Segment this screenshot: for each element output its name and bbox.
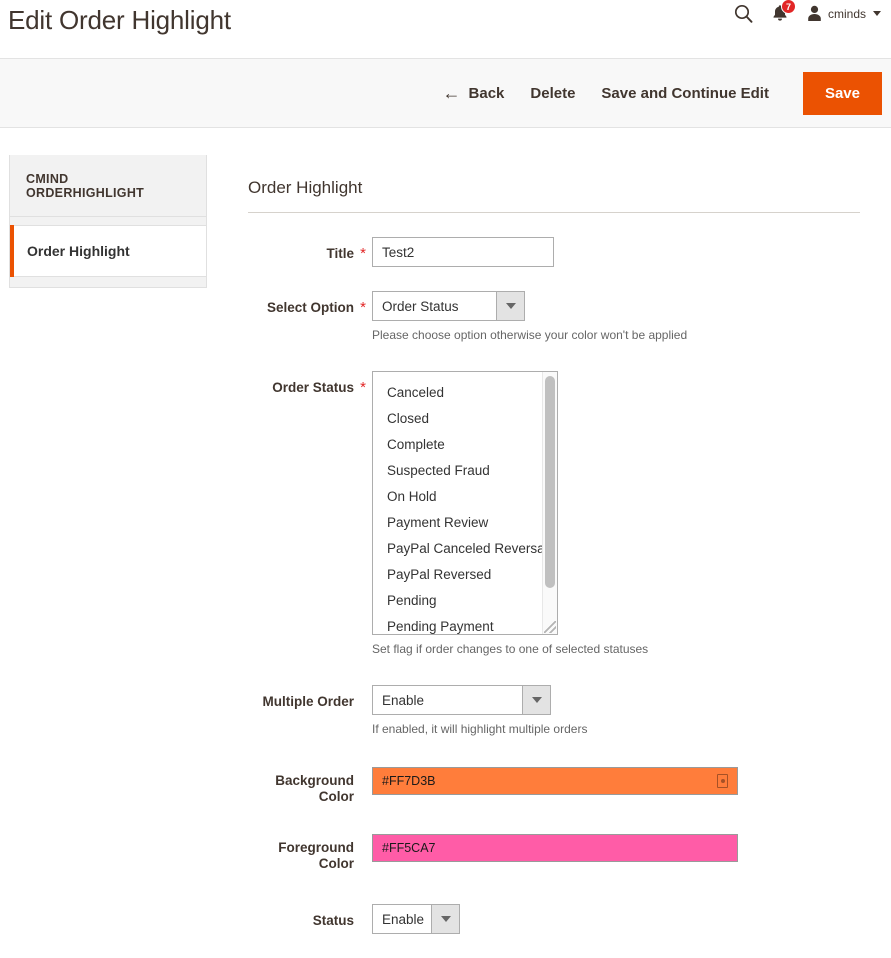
select-option-dropdown[interactable]: Order Status (372, 291, 525, 321)
search-icon[interactable] (734, 4, 753, 23)
background-color-label-line1: Background (248, 773, 354, 789)
list-item[interactable]: Pending (373, 588, 557, 614)
list-item[interactable]: Canceled (373, 380, 557, 406)
sidebar-footer-spacer (10, 277, 206, 287)
order-status-option-list: Canceled Closed Complete Suspected Fraud… (373, 372, 557, 635)
field-background-color-label: Background Color (248, 767, 354, 805)
arrow-left-icon: ← (443, 84, 461, 102)
save-and-continue-button[interactable]: Save and Continue Edit (601, 85, 769, 102)
top-header: Edit Order Highlight 7 (0, 0, 891, 58)
title-input[interactable] (372, 237, 554, 267)
background-color-label-line2: Color (248, 789, 354, 805)
list-item[interactable]: Complete (373, 432, 557, 458)
field-order-status-label: Order Status (248, 371, 354, 396)
field-status-label: Status (248, 904, 354, 929)
save-button[interactable]: Save (803, 72, 882, 115)
field-select-option-label: Select Option (248, 291, 354, 316)
chevron-down-icon (873, 11, 881, 16)
select-option-value: Order Status (373, 292, 496, 320)
list-item[interactable]: Pending Payment (373, 614, 557, 635)
required-marker: * (354, 237, 372, 262)
list-item[interactable]: On Hold (373, 484, 557, 510)
section-divider (248, 212, 860, 213)
field-select-option: Select Option * Order Status Please choo… (248, 291, 868, 343)
admin-page: Edit Order Highlight 7 (0, 0, 891, 958)
scrollbar[interactable] (542, 372, 557, 634)
user-avatar-icon (807, 5, 822, 22)
color-picker-icon[interactable] (717, 774, 728, 788)
resize-handle-icon[interactable] (544, 621, 556, 633)
multiple-order-dropdown[interactable]: Enable (372, 685, 551, 715)
list-item[interactable]: PayPal Canceled Reversal (373, 536, 557, 562)
foreground-color-label-line1: Foreground (248, 840, 354, 856)
delete-button[interactable]: Delete (530, 85, 575, 102)
field-title: Title * (248, 237, 868, 267)
select-option-hint: Please choose option otherwise your colo… (372, 328, 868, 343)
status-value: Enable (373, 905, 431, 933)
field-title-label: Title (248, 237, 354, 262)
chevron-down-icon (431, 905, 459, 933)
notifications-button[interactable]: 7 (771, 4, 789, 23)
header-actions: 7 cminds (734, 4, 881, 23)
order-status-multiselect[interactable]: Canceled Closed Complete Suspected Fraud… (372, 371, 558, 635)
notification-count-badge: 7 (781, 0, 796, 14)
required-marker: * (354, 371, 372, 396)
foreground-color-value: #FF5CA7 (373, 841, 436, 855)
sidebar: CMIND ORDERHIGHLIGHT Order Highlight (9, 155, 207, 288)
order-status-hint: Set flag if order changes to one of sele… (372, 642, 868, 657)
chevron-down-icon (496, 292, 524, 320)
section-title: Order Highlight (248, 178, 868, 212)
field-background-color: Background Color #FF7D3B (248, 767, 868, 805)
user-name-label: cminds (828, 7, 866, 21)
field-foreground-color: Foreground Color #FF5CA7 (248, 834, 868, 872)
action-toolbar: ← Back Delete Save and Continue Edit Sav… (0, 58, 891, 128)
sidebar-title: CMIND ORDERHIGHLIGHT (10, 155, 206, 217)
back-button-label: Back (469, 85, 505, 102)
background-color-input[interactable]: #FF7D3B (372, 767, 738, 795)
field-multiple-order: Multiple Order Enable If enabled, it wil… (248, 685, 868, 737)
delete-button-label: Delete (530, 85, 575, 102)
back-button[interactable]: ← Back (443, 84, 505, 102)
foreground-color-label-line2: Color (248, 856, 354, 872)
list-item[interactable]: Payment Review (373, 510, 557, 536)
list-item[interactable]: PayPal Reversed (373, 562, 557, 588)
background-color-value: #FF7D3B (373, 774, 436, 788)
multiple-order-value: Enable (373, 686, 522, 714)
field-status: Status Enable (248, 904, 868, 934)
foreground-color-input[interactable]: #FF5CA7 (372, 834, 738, 862)
scrollbar-thumb[interactable] (545, 376, 555, 588)
field-multiple-order-label: Multiple Order (248, 685, 354, 710)
multiple-order-hint: If enabled, it will highlight multiple o… (372, 722, 868, 737)
list-item[interactable]: Closed (373, 406, 557, 432)
chevron-down-icon (522, 686, 550, 714)
page-title: Edit Order Highlight (8, 2, 231, 38)
save-and-continue-label: Save and Continue Edit (601, 85, 769, 102)
sidebar-item-label: Order Highlight (27, 243, 130, 259)
sidebar-item-order-highlight[interactable]: Order Highlight (10, 225, 206, 277)
status-dropdown[interactable]: Enable (372, 904, 460, 934)
list-item[interactable]: Suspected Fraud (373, 458, 557, 484)
field-order-status: Order Status * Canceled Closed Complete … (248, 371, 868, 657)
main-content: Order Highlight Title * Select Option * … (248, 178, 868, 934)
required-marker: * (354, 291, 372, 316)
field-foreground-color-label: Foreground Color (248, 834, 354, 872)
user-menu[interactable]: cminds (807, 5, 881, 22)
